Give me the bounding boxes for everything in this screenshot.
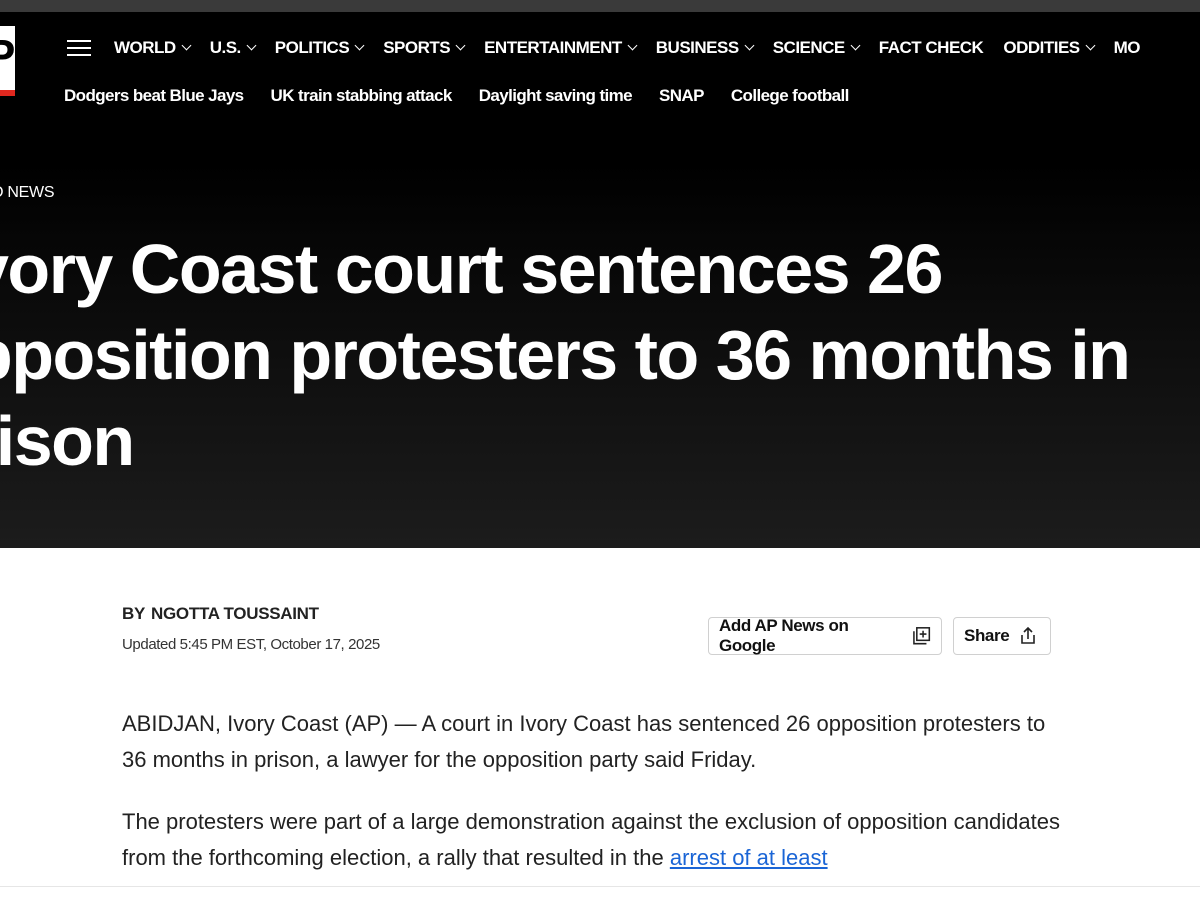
share-icon	[1021, 626, 1036, 644]
browser-top-strip	[0, 0, 1200, 12]
chevron-down-icon	[354, 40, 365, 51]
nav-item-us[interactable]: U.S.	[209, 36, 257, 60]
nav-item-label: WORLD	[114, 38, 176, 57]
chevron-down-icon	[1085, 40, 1096, 51]
chevron-down-icon	[246, 40, 257, 51]
nav-item-label: BUSINESS	[655, 38, 739, 57]
add-ap-news-on-google-button[interactable]: Add AP News on Google	[708, 616, 942, 655]
share-button[interactable]: Share	[953, 617, 1051, 655]
nav-item-world[interactable]: WORLD	[114, 36, 192, 60]
author-link[interactable]: NGOTTA TOUSSAINT	[151, 604, 319, 623]
trending-link[interactable]: Daylight saving time	[479, 84, 633, 108]
bottom-edge	[0, 886, 1200, 901]
byline: BY NGOTTA TOUSSAINT	[122, 604, 319, 624]
nav-item-label: SCIENCE	[772, 38, 846, 57]
trending-link[interactable]: UK train stabbing attack	[271, 84, 453, 108]
paragraph-text: The protesters were part of a large demo…	[122, 809, 1060, 870]
nav-item-label: U.S.	[209, 38, 242, 57]
nav-item-more[interactable]: MO	[1113, 36, 1141, 60]
nav-item-business[interactable]: BUSINESS	[655, 36, 755, 60]
ap-logo-letter: P	[0, 31, 15, 80]
chevron-down-icon	[744, 40, 755, 51]
nav-item-label: POLITICS	[274, 38, 350, 57]
article-paragraph: The protesters were part of a large demo…	[122, 804, 1062, 876]
nav-item-oddities[interactable]: ODDITIES	[1003, 36, 1096, 60]
nav-item-label: SPORTS	[383, 38, 451, 57]
menu-icon[interactable]	[67, 40, 91, 56]
trending-link[interactable]: Dodgers beat Blue Jays	[64, 84, 244, 108]
nav-item-entertainment[interactable]: ENTERTAINMENT	[484, 36, 638, 60]
chevron-down-icon	[627, 40, 638, 51]
nav-item-label: FACT CHECK	[878, 38, 984, 57]
ap-logo-red-bar	[0, 90, 15, 96]
share-label: Share	[964, 626, 1010, 645]
chevron-down-icon	[455, 40, 466, 51]
nav-item-fact-check[interactable]: FACT CHECK	[879, 36, 984, 60]
ap-logo[interactable]: P	[0, 26, 15, 96]
chevron-down-icon	[181, 40, 192, 51]
nav-item-label: ODDITIES	[1003, 38, 1080, 57]
trending-link[interactable]: College football	[731, 84, 850, 108]
byline-prefix: BY	[122, 604, 146, 623]
nav-item-label: MO	[1113, 38, 1141, 57]
section-label[interactable]: D NEWS	[0, 184, 55, 202]
main-nav: WORLD U.S. POLITICS SPORTS ENTERTAINMENT…	[114, 36, 1160, 60]
nav-item-politics[interactable]: POLITICS	[274, 36, 365, 60]
updated-timestamp: Updated 5:45 PM EST, October 17, 2025	[122, 636, 380, 653]
article-body: ABIDJAN, Ivory Coast (AP) — A court in I…	[122, 706, 1062, 902]
nav-item-sports[interactable]: SPORTS	[383, 36, 466, 60]
add-source-icon	[912, 627, 930, 645]
site-header: P WORLD U.S. POLITICS SPORTS ENTERTAINME…	[0, 12, 1200, 548]
arrest-link[interactable]: arrest of at least	[670, 845, 828, 870]
article-headline: vory Coast court sentences 26 pposition …	[0, 230, 1131, 480]
article-paragraph: ABIDJAN, Ivory Coast (AP) — A court in I…	[122, 711, 1046, 772]
trending-bar: Dodgers beat Blue Jays UK train stabbing…	[64, 84, 876, 108]
trending-link[interactable]: SNAP	[659, 84, 704, 108]
nav-item-science[interactable]: SCIENCE	[772, 36, 861, 60]
chevron-down-icon	[850, 40, 861, 51]
nav-item-label: ENTERTAINMENT	[484, 38, 622, 57]
add-google-label: Add AP News on Google	[719, 616, 849, 655]
